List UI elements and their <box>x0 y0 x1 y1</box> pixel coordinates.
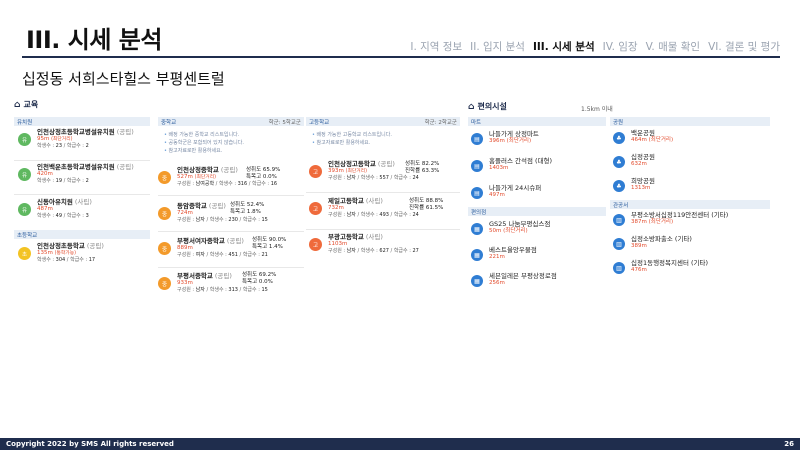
page-title: III. 시세 분석 <box>26 26 162 54</box>
store-icon: ▦ <box>471 223 483 235</box>
high-badge: 고 <box>309 202 322 215</box>
home-icon: ⌂ <box>468 101 475 112</box>
mart-header: 마트 <box>468 117 606 126</box>
divider <box>158 231 304 232</box>
nav-item-region[interactable]: I. 지역 정보 <box>410 39 462 54</box>
list-item[interactable]: ▦ 베스트율앙우물점 221m <box>471 246 537 261</box>
page-subtitle: 십정동 서희스타힐스 부평센트럴 <box>22 70 225 88</box>
kindergarten-badge: 유 <box>18 203 31 216</box>
home-icon: ⌂ <box>14 99 21 110</box>
middle-score: 성취도 52.4% 특목고 1.8% <box>230 202 265 215</box>
elementary-badge: 초 <box>18 247 31 260</box>
list-item[interactable]: ♣ 희망공원 1313m <box>613 177 655 192</box>
high-badge: 고 <box>309 238 322 251</box>
nav-item-conclusion[interactable]: VI. 결론 및 평가 <box>708 39 780 54</box>
divider <box>158 195 304 196</box>
header-rule <box>22 56 780 58</box>
tree-icon: ♣ <box>613 180 625 192</box>
convenience-header: 편의점 <box>468 207 606 216</box>
cart-icon: ▤ <box>471 160 483 172</box>
cart-icon: ▤ <box>471 133 483 145</box>
divider <box>14 160 150 161</box>
footer: Copyright 2022 by SMS All rights reserve… <box>0 438 800 450</box>
list-item[interactable]: ♣ 십정공원 632m <box>613 153 655 168</box>
list-item[interactable]: ▦ 세븐일레븐 부평상정로점 256m <box>471 272 557 287</box>
middle-badge: 중 <box>158 171 171 184</box>
nav-item-visit[interactable]: IV. 임장 <box>603 39 638 54</box>
building-icon: ▥ <box>613 238 625 250</box>
park-header: 공원 <box>610 117 770 126</box>
high-school-header: 고등학교 학군: 2학교군 <box>306 117 460 126</box>
nav-item-price[interactable]: III. 시세 분석 <box>533 39 595 54</box>
middle-score: 성취도 65.9% 특목고 0.0% <box>246 167 281 180</box>
tree-icon: ♣ <box>613 156 625 168</box>
list-item[interactable]: ▤ 나들가게 24시슈퍼 497m <box>471 184 541 199</box>
education-label: 교육 <box>23 100 39 109</box>
middle-badge: 중 <box>158 242 171 255</box>
list-item[interactable]: ▤ 홈플러스 간석점 (대형) 1403m <box>471 157 552 172</box>
list-item[interactable]: ▦ GS25 나눔부평십스점 50m (최단거리) <box>471 220 550 235</box>
kindergarten-header: 유치원 <box>14 117 150 126</box>
facilities-header: ⌂ 편의시설 <box>468 101 507 112</box>
education-header: ⌂ 교육 <box>14 99 38 110</box>
divider <box>306 192 460 193</box>
middle-school-notes: 배정 가능한 중학교 리스트입니다. 공동학군은 포함되어 있지 않습니다. 참… <box>164 132 244 155</box>
store-icon: ▦ <box>471 249 483 261</box>
building-icon: ▥ <box>613 262 625 274</box>
middle-score: 성취도 90.0% 특목고 1.4% <box>252 237 287 250</box>
middle-badge: 중 <box>158 207 171 220</box>
nav-item-listing[interactable]: V. 매물 확인 <box>646 39 700 54</box>
high-score: 성취도 88.8% 진학률 61.5% <box>409 198 444 211</box>
middle-score: 성취도 69.2% 특목고 0.0% <box>242 272 277 285</box>
middle-badge: 중 <box>158 277 171 290</box>
divider <box>14 194 150 195</box>
list-item[interactable]: ▤ 나들가게 상정마트 396m (최단거리) <box>471 130 539 145</box>
list-item[interactable]: 고 부광고등학교 (사립) 1103m 구성원 : 남자 / 학생수 : 627 … <box>309 233 419 254</box>
high-score: 성취도 82.2% 진학률 63.3% <box>405 161 440 174</box>
high-school-notes: 배정 가능한 고등학교 리스트입니다. 참고자료로만 활용하세요. <box>312 132 392 148</box>
list-item[interactable]: 초 인천상정초등학교 (공립) 135m (통학가능) 학생수 : 304 / 학… <box>18 242 104 263</box>
facilities-range: 1.5km 이내 <box>581 106 613 113</box>
chapter-nav: I. 지역 정보 II. 입지 분석 III. 시세 분석 IV. 임장 V. … <box>410 39 780 54</box>
elementary-header: 초등학교 <box>14 230 150 239</box>
divider <box>158 267 304 268</box>
tree-icon: ♣ <box>613 132 625 144</box>
list-item[interactable]: 고 인천상정고등학교 (공립) 393m (최단거리) 구성원 : 남자 / 학생… <box>309 160 419 181</box>
list-item[interactable]: 고 제일고등학교 (사립) 732m 구성원 : 남자 / 학생수 : 493 /… <box>309 197 419 218</box>
cart-icon: ▤ <box>471 187 483 199</box>
divider <box>306 229 460 230</box>
building-icon: ▥ <box>613 214 625 226</box>
facilities-label: 편의시설 <box>477 102 507 111</box>
middle-school-header: 중학교 학군: 5학교군 <box>158 117 304 126</box>
list-item[interactable]: 유 인천상정초등학교병설유치원 (공립) 95m (최단거리) 학생수 : 23 … <box>18 128 134 149</box>
kindergarten-badge: 유 <box>18 133 31 146</box>
high-badge: 고 <box>309 165 322 178</box>
copyright: Copyright 2022 by SMS All rights reserve… <box>6 440 174 448</box>
list-item[interactable]: 유 인천백운초등학교병설유치원 (공립) 420m 학생수 : 19 / 학급수 … <box>18 163 134 184</box>
list-item[interactable]: ♣ 백운공원 464m (최단거리) <box>613 129 673 144</box>
kindergarten-badge: 유 <box>18 168 31 181</box>
list-item[interactable]: ▥ 십정소방파출소 (기타) 389m <box>613 235 692 250</box>
list-item[interactable]: ▥ 부평소방서십정119안전센터 (기타) 387m (최단거리) <box>613 211 728 226</box>
page-number: 26 <box>784 440 794 448</box>
store-icon: ▦ <box>471 275 483 287</box>
list-item[interactable]: 유 신동아유치원 (사립) 487m 학생수 : 49 / 학급수 : 3 <box>18 198 92 219</box>
list-item[interactable]: ▥ 십정1동행정복지센터 (기타) 476m <box>613 259 708 274</box>
nav-item-location[interactable]: II. 입지 분석 <box>470 39 525 54</box>
public-office-header: 관공서 <box>610 200 770 209</box>
